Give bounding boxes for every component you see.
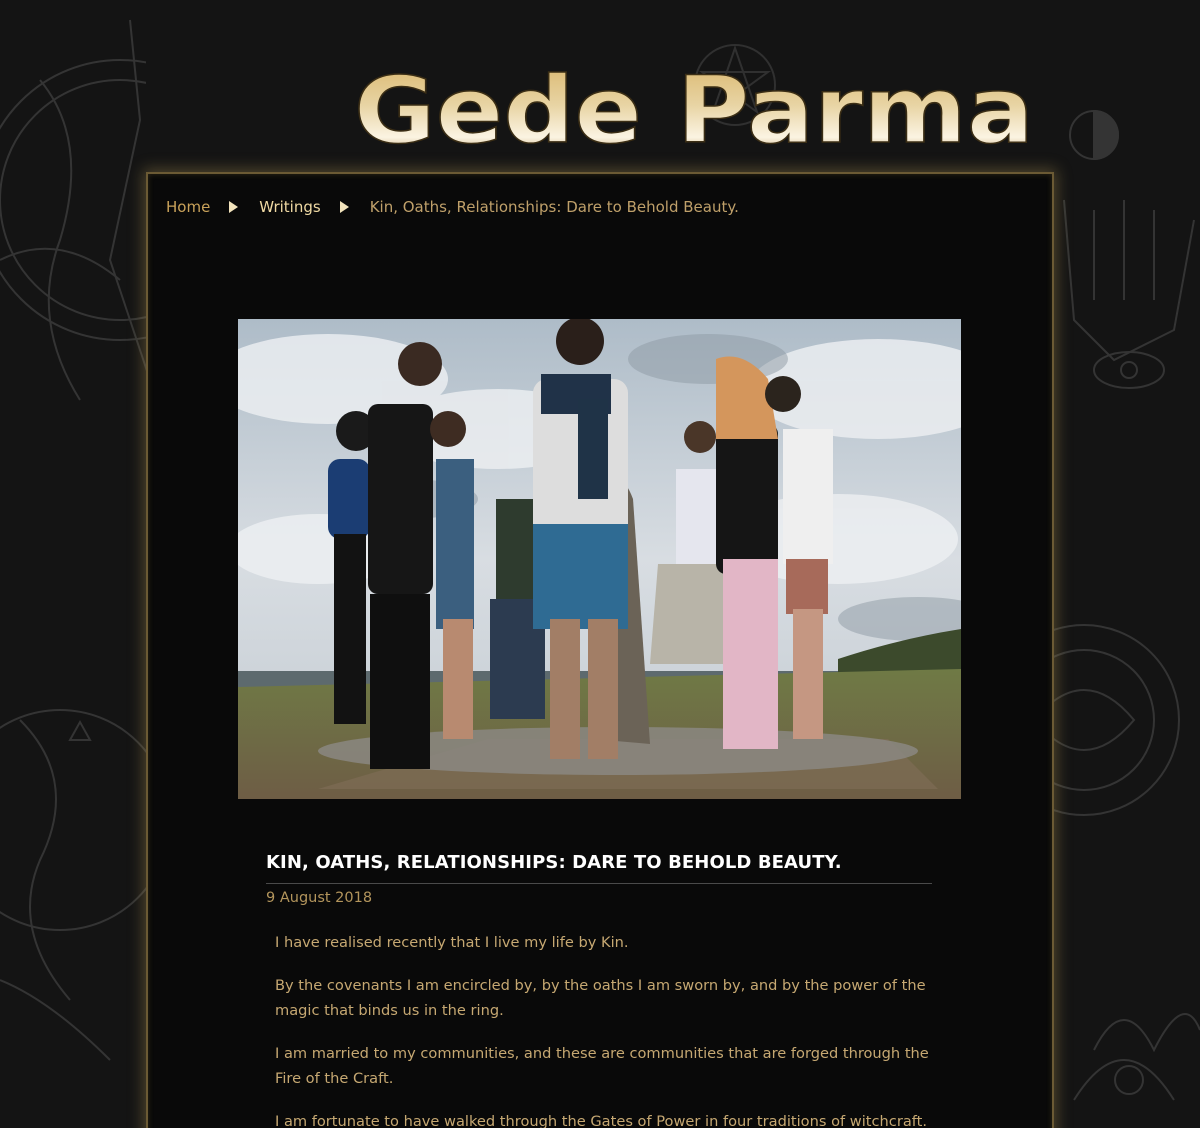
breadcrumb-writings-link[interactable]: Writings (259, 198, 320, 216)
breadcrumb-home-link[interactable]: Home (166, 198, 210, 216)
hero-image (238, 319, 961, 799)
post-paragraph: I am married to my communities, and thes… (275, 1045, 929, 1087)
triangle-right-icon (339, 201, 349, 213)
post-paragraph: I have realised recently that I live my … (275, 934, 629, 951)
site-logo[interactable]: Gede Parma (352, 56, 1052, 166)
post-date: 9 August 2018 (266, 890, 373, 906)
post-body: I have realised recently that I live my … (275, 930, 935, 1128)
background-occult-art-right (1054, 0, 1200, 1128)
post-title: KIN, OATHS, RELATIONSHIPS: DARE TO BEHOL… (266, 852, 932, 884)
site-title-text: Gede Parma (354, 57, 1034, 164)
post-paragraph: I am fortunate to have walked through th… (275, 1113, 928, 1128)
breadcrumb: Home Writings Kin, Oaths, Relationships:… (166, 198, 739, 216)
breadcrumb-current-page: Kin, Oaths, Relationships: Dare to Behol… (369, 198, 739, 216)
content-panel: Home Writings Kin, Oaths, Relationships:… (146, 172, 1054, 1128)
triangle-right-icon (229, 201, 239, 213)
post-paragraph: By the covenants I am encircled by, by t… (275, 977, 926, 1019)
background-occult-art-left (0, 0, 146, 1128)
